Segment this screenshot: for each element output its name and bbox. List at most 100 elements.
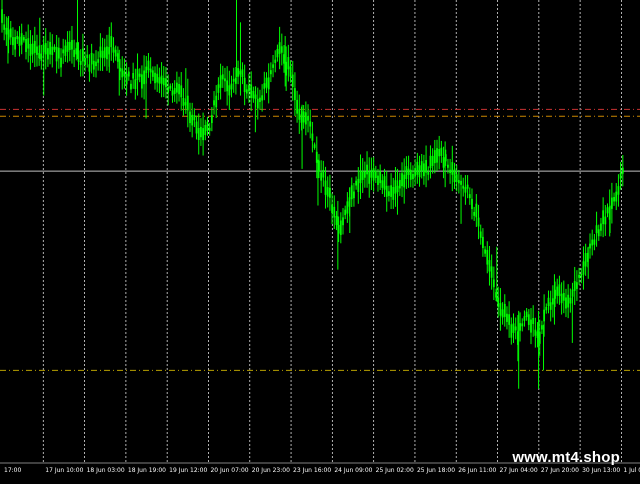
x-tick-label: 25 Jun 18:00	[417, 467, 455, 474]
candle-body	[84, 57, 86, 65]
candle-body	[71, 40, 73, 50]
candle-body	[455, 174, 458, 183]
candle-body	[422, 163, 425, 177]
candle-body	[16, 35, 19, 40]
candle-body	[40, 53, 43, 61]
candle-body	[503, 303, 506, 317]
candle-body	[191, 114, 194, 126]
candle-body	[412, 174, 414, 180]
candle-body	[3, 24, 6, 30]
candle-body	[97, 59, 100, 63]
x-tick-label: 18 Jun 19:00	[128, 467, 166, 474]
candle-body	[381, 180, 384, 188]
candle-body	[141, 74, 143, 89]
candle-body	[322, 169, 325, 178]
candle-body	[51, 46, 54, 55]
candle-body	[90, 52, 93, 65]
candle-body	[479, 231, 482, 238]
candle-body	[597, 229, 600, 237]
candle-body	[324, 180, 327, 195]
candle-body	[127, 71, 130, 77]
candle-body	[33, 40, 36, 53]
candle-body	[433, 150, 436, 164]
x-tick-label: 23 Jun 16:00	[293, 467, 331, 474]
candle-body	[197, 128, 200, 140]
candle-body	[328, 187, 331, 198]
x-tick-label: 20 Jun 07:00	[210, 467, 248, 474]
candle-body	[221, 74, 224, 80]
candle-body	[272, 64, 274, 68]
candle-body	[81, 48, 84, 62]
candle-body	[31, 43, 34, 55]
chart-canvas: 17:00 17 Jun 10:00 18 Jun 03:00 18 Jun 19:0…	[0, 0, 640, 474]
candle-body	[18, 36, 21, 46]
candle-body	[182, 97, 185, 106]
candle-body	[436, 148, 438, 163]
grid-lines	[42, 0, 622, 462]
candle-body	[307, 116, 309, 121]
candle-body	[112, 47, 115, 53]
x-tick-label: 27 Jun 04:00	[500, 467, 538, 474]
candle-body	[497, 297, 500, 307]
candle-body	[226, 80, 229, 92]
candle-body	[173, 88, 176, 95]
candle-body	[136, 68, 139, 81]
candle-body	[186, 95, 189, 111]
candle-body	[9, 28, 12, 38]
candle-body	[560, 293, 563, 304]
candle-body	[171, 90, 174, 96]
candle-body	[320, 172, 323, 181]
candle-body	[167, 87, 170, 93]
candle-body	[558, 284, 561, 297]
candle-body	[169, 85, 172, 89]
candle-body	[600, 223, 602, 231]
candle-body	[103, 47, 106, 58]
candle-body	[613, 197, 615, 202]
price-chart[interactable]: 17:00 17 Jun 10:00 18 Jun 03:00 18 Jun 19:0…	[0, 0, 640, 480]
candle-body	[621, 167, 624, 174]
candle-body	[302, 111, 305, 123]
candle-body	[175, 82, 178, 93]
candle-body	[274, 59, 277, 63]
candle-body	[405, 166, 408, 180]
candle-body	[549, 302, 552, 310]
candle-body	[453, 169, 456, 183]
candle-body	[289, 66, 292, 77]
candle-body	[230, 83, 233, 90]
candle-body	[471, 198, 473, 210]
candles	[1, 0, 624, 389]
candle-body	[147, 60, 150, 71]
candle-body	[261, 95, 264, 101]
candle-body	[429, 155, 432, 169]
candle-body	[619, 172, 622, 179]
candle-body	[593, 239, 596, 245]
candle-body	[165, 78, 167, 88]
candle-body	[206, 121, 209, 131]
candle-body	[484, 249, 486, 254]
candle-body	[248, 85, 250, 92]
candle-body	[363, 171, 366, 178]
candle-body	[75, 48, 78, 55]
candle-body	[390, 185, 392, 197]
candle-body	[541, 325, 543, 330]
candle-body	[416, 161, 419, 175]
candle-body	[287, 57, 290, 70]
candle-body	[409, 169, 412, 180]
candle-body	[158, 77, 161, 84]
candle-body	[47, 48, 49, 60]
candle-body	[296, 99, 299, 114]
candle-body	[388, 191, 390, 196]
candle-body	[138, 73, 141, 77]
candle-body	[202, 128, 205, 141]
candle-body	[5, 27, 8, 35]
candle-body	[335, 216, 338, 226]
candle-body	[331, 204, 333, 214]
candle-body	[259, 97, 261, 102]
candle-body	[578, 274, 580, 278]
candle-body	[571, 289, 574, 297]
candle-body	[543, 309, 546, 322]
candle-body	[392, 187, 395, 200]
candle-body	[304, 112, 307, 125]
candle-body	[114, 49, 117, 57]
candle-body	[584, 253, 587, 267]
